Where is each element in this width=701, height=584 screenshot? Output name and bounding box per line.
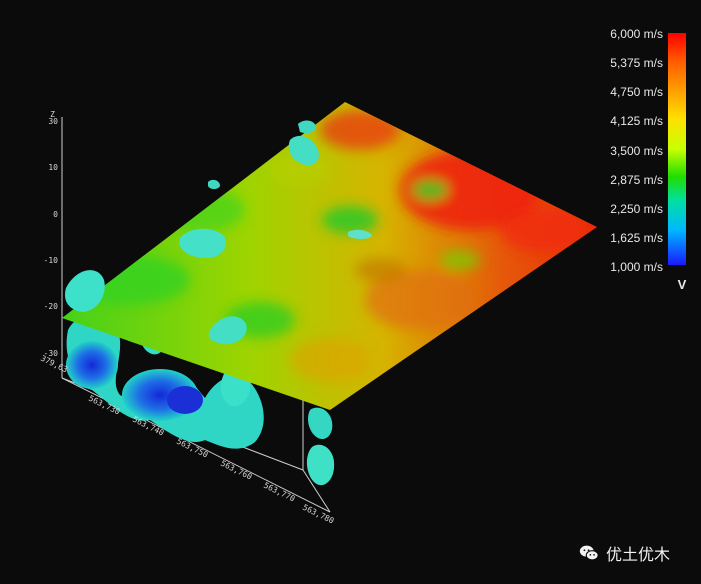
colorbar-gradient — [668, 33, 686, 265]
colorbar-tick: 3,500 m/s — [610, 144, 663, 158]
z-tick: -20 — [44, 302, 59, 311]
x-tick: 563,770 — [262, 481, 296, 504]
colorbar-tick: 2,250 m/s — [610, 202, 663, 216]
colorbar-tick: 2,875 m/s — [610, 173, 663, 187]
watermark-text: 优土优木 — [606, 545, 671, 564]
colorbar-tick: 4,750 m/s — [610, 85, 663, 99]
colorbar-tick: 4,125 m/s — [610, 114, 663, 128]
colorbar: 6,000 m/s 5,375 m/s 4,750 m/s 4,125 m/s … — [610, 27, 686, 292]
z-tick: 0 — [53, 210, 58, 219]
z-tick: -10 — [44, 256, 59, 265]
wechat-icon — [579, 545, 599, 561]
colorbar-tick: 1,625 m/s — [610, 231, 663, 245]
z-tick: 30 — [48, 117, 58, 126]
colorbar-tick: 1,000 m/s — [610, 260, 663, 274]
colorbar-tick: 5,375 m/s — [610, 56, 663, 70]
chart-3d: Z 30 10 0 -10 -20 -30 379,63 563,730 563… — [39, 27, 687, 526]
watermark: 优土优木 — [578, 541, 670, 565]
z-axis: Z 30 10 0 -10 -20 -30 — [44, 110, 59, 358]
x-tick: 563,760 — [219, 459, 253, 482]
z-tick: 10 — [48, 163, 58, 172]
colorbar-tick: 6,000 m/s — [610, 27, 663, 41]
colorbar-title: V — [678, 277, 687, 292]
velocity-plane — [62, 102, 597, 410]
